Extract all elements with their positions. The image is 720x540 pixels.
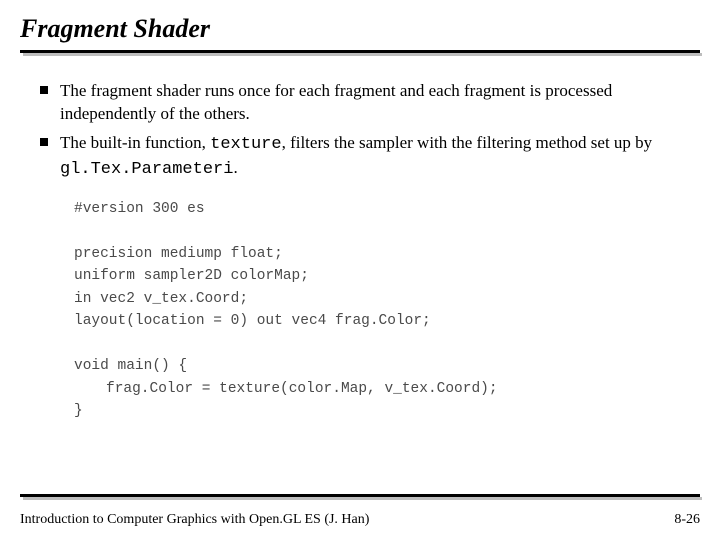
bullet-item: The built-in function, texture, filters … — [38, 132, 690, 182]
slide-title: Fragment Shader — [20, 14, 700, 48]
code-line: in vec2 v_tex.Coord; — [74, 291, 248, 307]
bullet-list: The fragment shader runs once for each f… — [38, 80, 690, 182]
code-line: precision mediump float; — [74, 246, 283, 262]
code-line: uniform sampler2D colorMap; — [74, 268, 309, 284]
footer-left: Introduction to Computer Graphics with O… — [20, 512, 369, 528]
bullet-text: . — [233, 158, 237, 177]
inline-code: texture — [210, 135, 281, 154]
code-line: frag.Color = texture(color.Map, v_tex.Co… — [74, 378, 690, 400]
code-line: } — [74, 403, 83, 419]
page-number: 8-26 — [674, 512, 700, 528]
inline-code: gl.Tex.Parameteri — [60, 160, 233, 179]
bullet-text: , filters the sampler with the filtering… — [282, 133, 653, 152]
code-line: #version 300 es — [74, 201, 205, 217]
bullet-item: The fragment shader runs once for each f… — [38, 80, 690, 126]
code-line: layout(location = 0) out vec4 frag.Color… — [74, 313, 431, 329]
footer-divider — [20, 494, 700, 500]
slide-footer: Introduction to Computer Graphics with O… — [20, 512, 700, 528]
title-divider — [20, 50, 700, 56]
code-line: void main() { — [74, 358, 187, 374]
bullet-text: The fragment shader runs once for each f… — [60, 81, 612, 123]
bullet-text: The built-in function, — [60, 133, 210, 152]
code-block: #version 300 es precision mediump float;… — [74, 198, 690, 423]
slide-content: The fragment shader runs once for each f… — [20, 56, 700, 422]
